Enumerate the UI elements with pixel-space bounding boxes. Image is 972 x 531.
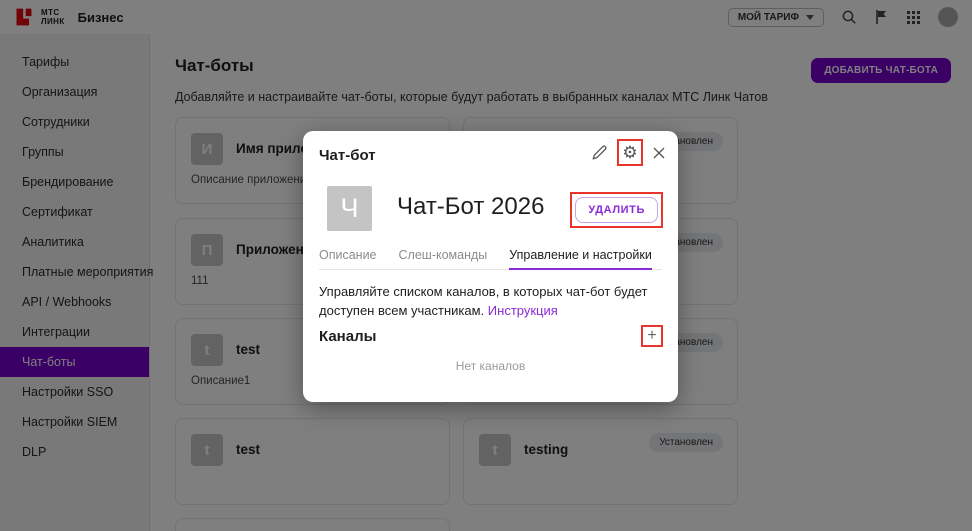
instruction-link[interactable]: Инструкция <box>488 303 558 318</box>
bot-avatar: Ч <box>327 186 372 231</box>
edit-pencil-icon[interactable] <box>591 144 608 161</box>
plus-annotation-box: + <box>641 325 663 347</box>
modal-tab[interactable]: Слеш-команды <box>399 248 488 262</box>
delete-button[interactable]: УДАЛИТЬ <box>575 197 658 223</box>
bot-name: Чат-Бот 2026 <box>397 193 545 220</box>
modal-tabs: Описание Слеш-команды Управление и настрой… <box>319 248 662 270</box>
modal-tab[interactable]: Управление и настройки <box>509 248 652 270</box>
channels-description: Управляйте списком каналов, в которых ча… <box>319 282 666 320</box>
channels-description-text: Управляйте списком каналов, в которых ча… <box>319 284 648 318</box>
delete-annotation-box: УДАЛИТЬ <box>570 192 663 228</box>
settings-gear-icon[interactable]: ⚙ <box>622 144 637 161</box>
app-window: МТС ЛИНК Бизнес МОЙ ТАРИФ <box>0 0 972 531</box>
chatbot-modal: Чат-бот ⚙ Ч Чат-Бот 2026 УДАЛИТЬ Описани… <box>303 131 678 402</box>
gear-annotation-box: ⚙ <box>617 139 643 166</box>
add-channel-plus-icon[interactable]: + <box>647 328 656 344</box>
close-icon[interactable] <box>652 146 666 160</box>
channels-title: Каналы <box>319 327 377 345</box>
empty-channels-text: Нет каналов <box>455 359 526 373</box>
modal-tab[interactable]: Описание <box>319 248 377 262</box>
modal-title: Чат-бот <box>319 147 376 164</box>
